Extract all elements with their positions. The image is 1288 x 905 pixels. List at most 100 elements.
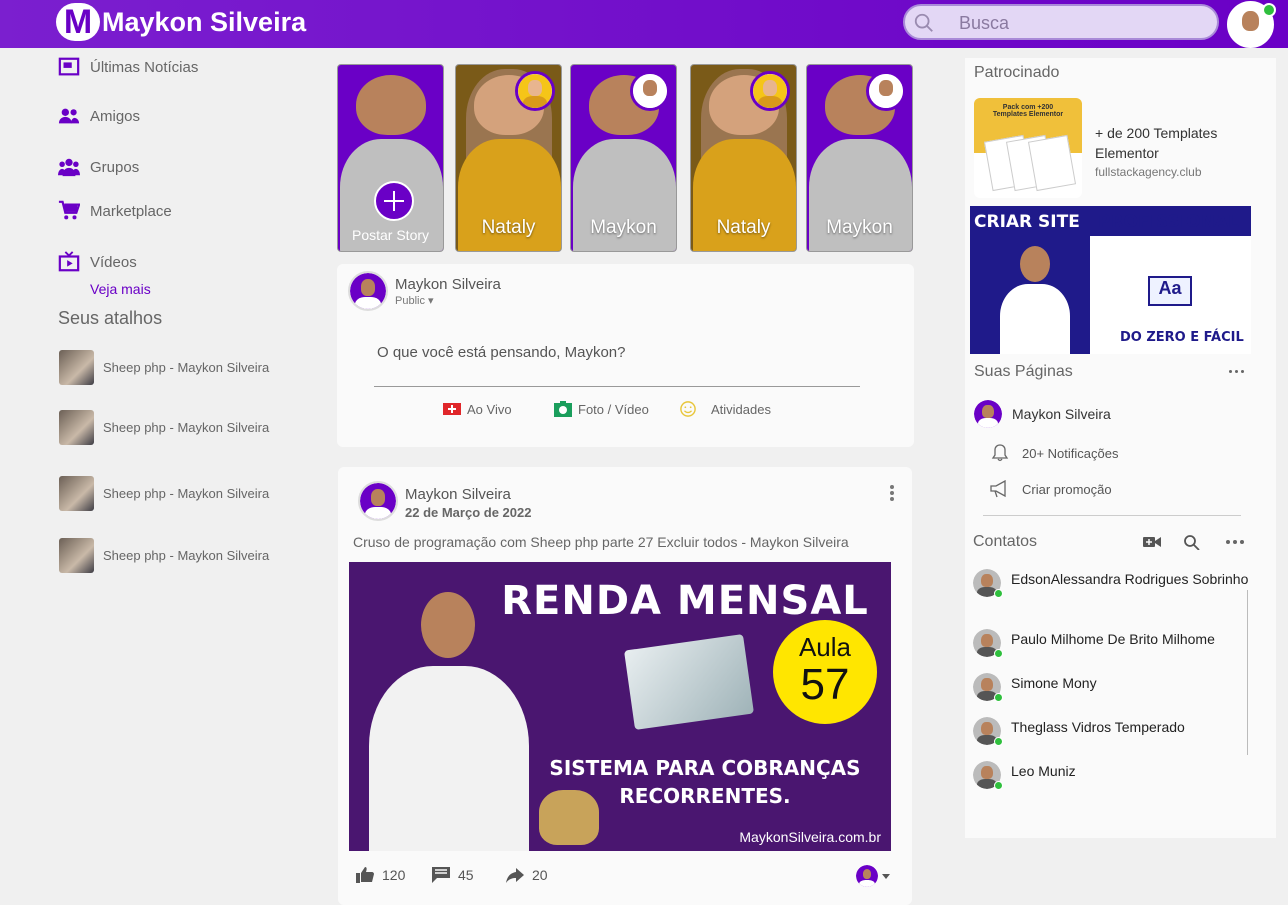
story-avatar: [866, 71, 906, 111]
shortcut-item[interactable]: Sheep php - Maykon Silveira: [59, 410, 269, 445]
thumbs-up-icon: [356, 867, 374, 883]
search-input[interactable]: [959, 11, 1209, 35]
search-box[interactable]: [903, 4, 1219, 40]
chevron-down-icon[interactable]: [882, 874, 890, 879]
sidebar-item-marketplace[interactable]: Marketplace: [58, 200, 172, 222]
logo-badge: M: [56, 3, 100, 41]
video-call-icon[interactable]: [1143, 534, 1161, 550]
shortcuts-title: Seus atalhos: [58, 308, 163, 328]
search-icon: [914, 13, 933, 32]
sidebar-item-news[interactable]: Últimas Notícias: [58, 56, 198, 78]
logo[interactable]: M Maykon Silveira: [56, 3, 306, 41]
story-label: Maykon: [590, 217, 657, 238]
cart-icon: [58, 200, 80, 220]
comment-button[interactable]: 45: [432, 867, 474, 883]
banner-subtitle: SISTEMA PARA COBRANÇAS RECORRENTES.: [519, 754, 891, 810]
shortcut-item[interactable]: Sheep php - Maykon Silveira: [59, 538, 269, 573]
avatar: [974, 400, 1002, 428]
ad-banner-subtitle: DO ZERO E FÁCIL: [1120, 330, 1244, 345]
contacts-title: Contatos: [973, 533, 1038, 550]
ad-thumbnail[interactable]: Pack com +200 Templates Elementor: [974, 98, 1082, 198]
contact-name: Leo Muniz: [1011, 763, 1076, 779]
privacy-selector[interactable]: Public ▾: [395, 294, 434, 307]
live-video-button[interactable]: Ao Vivo: [443, 401, 512, 417]
story-card[interactable]: Maykon: [570, 64, 677, 252]
reaction-avatar[interactable]: [856, 865, 878, 887]
more-options-icon[interactable]: [1229, 370, 1244, 373]
divider: [374, 386, 860, 387]
banner-url: MaykonSilveira.com.br: [739, 829, 881, 845]
lesson-badge-label: Aula: [798, 632, 852, 662]
create-promotion-link[interactable]: Criar promoção: [990, 480, 1112, 498]
sidebar-item-label: Marketplace: [90, 202, 172, 220]
more-options-icon[interactable]: [890, 485, 894, 501]
online-status-dot: [994, 781, 1003, 790]
avatar: [973, 673, 1003, 702]
post-composer: Maykon Silveira Public ▾ O que você está…: [337, 264, 914, 447]
sponsored-title: Patrocinado: [974, 64, 1060, 81]
post-date: 22 de Março de 2022: [405, 505, 532, 520]
contact-item[interactable]: EdsonAlessandra Rodrigues Sobrinho: [973, 569, 1251, 598]
see-more-link[interactable]: Veja mais: [90, 281, 151, 297]
shortcut-item[interactable]: Sheep php - Maykon Silveira: [59, 350, 269, 385]
action-label: Atividades: [711, 401, 771, 417]
contact-item[interactable]: Theglass Vidros Temperado: [973, 717, 1251, 746]
avatar[interactable]: [358, 481, 398, 521]
pages-title: Suas Páginas: [974, 363, 1073, 380]
photo-icon: [554, 401, 572, 417]
online-status-dot: [994, 737, 1003, 746]
shortcut-item[interactable]: Sheep php - Maykon Silveira: [59, 476, 269, 511]
post-image[interactable]: RENDA MENSAL Aula 57 SISTEMA PARA COBRAN…: [349, 562, 891, 851]
composer-input[interactable]: O que você está pensando, Maykon?: [377, 344, 626, 361]
sidebar-item-groups[interactable]: Grupos: [58, 156, 139, 178]
ad-url[interactable]: fullstackagency.club: [1095, 165, 1202, 179]
banner-subtitle-line: SISTEMA PARA COBRANÇAS: [549, 756, 861, 780]
avatar: [348, 271, 388, 311]
money-illustration: [624, 634, 754, 730]
like-button[interactable]: 120: [356, 867, 405, 883]
story-card[interactable]: Nataly: [690, 64, 797, 252]
search-icon[interactable]: [1183, 534, 1201, 550]
contact-item[interactable]: Leo Muniz: [973, 761, 1251, 790]
story-label: Nataly: [481, 217, 536, 238]
page-item[interactable]: Maykon Silveira: [974, 400, 1111, 428]
photo-video-button[interactable]: Foto / Vídeo: [554, 401, 649, 417]
post-author[interactable]: Maykon Silveira: [405, 486, 511, 503]
avatar: [973, 717, 1003, 746]
story-card[interactable]: Nataly: [455, 64, 562, 252]
composer-user-name: Maykon Silveira: [395, 276, 501, 293]
online-status-dot: [994, 589, 1003, 598]
sidebar-item-label: Vídeos: [90, 253, 137, 271]
friends-icon: [58, 108, 80, 124]
post-text: Cruso de programação com Sheep php parte…: [353, 534, 849, 550]
sidebar-item-label: Grupos: [90, 158, 140, 176]
story-create[interactable]: Postar Story: [337, 64, 444, 252]
notifications-link[interactable]: 20+ Notificações: [990, 444, 1118, 462]
add-story-icon[interactable]: [374, 181, 414, 221]
shortcut-thumbnail: [59, 410, 94, 445]
story-card[interactable]: Maykon: [806, 64, 913, 252]
sidebar-item-friends[interactable]: Amigos: [58, 105, 140, 127]
contact-item[interactable]: Simone Mony: [973, 673, 1251, 702]
top-bar: M Maykon Silveira: [0, 0, 1288, 48]
ad-banner-title: PROFISSIONAL: [1098, 212, 1239, 232]
scrollbar[interactable]: [1247, 590, 1248, 755]
shortcut-thumbnail: [59, 476, 94, 511]
share-button[interactable]: 20: [506, 867, 548, 883]
more-options-icon[interactable]: [1226, 540, 1244, 544]
ad-title[interactable]: + de 200 Templates Elementor: [1095, 123, 1265, 163]
ad-banner-letters: Aa: [1148, 276, 1192, 306]
share-count: 20: [532, 867, 548, 883]
contact-item[interactable]: Paulo Milhome De Brito Milhome: [973, 629, 1251, 658]
contact-name: Simone Mony: [1011, 675, 1097, 691]
activities-button[interactable]: Atividades: [679, 401, 771, 417]
shortcut-label: Sheep php - Maykon Silveira: [103, 360, 270, 375]
shortcut-thumbnail: [59, 350, 94, 385]
ad-thumbnail-text: Pack com +200 Templates Elementor: [992, 104, 1064, 118]
promotion-label: Criar promoção: [1022, 481, 1112, 497]
notifications-label: 20+ Notificações: [1022, 445, 1119, 461]
shortcut-label: Sheep php - Maykon Silveira: [103, 548, 270, 563]
avatar: [973, 629, 1003, 658]
ad-banner[interactable]: CRIAR SITE PROFISSIONAL Aa DO ZERO E FÁC…: [970, 206, 1251, 354]
sidebar-item-videos[interactable]: Vídeos: [58, 251, 137, 273]
